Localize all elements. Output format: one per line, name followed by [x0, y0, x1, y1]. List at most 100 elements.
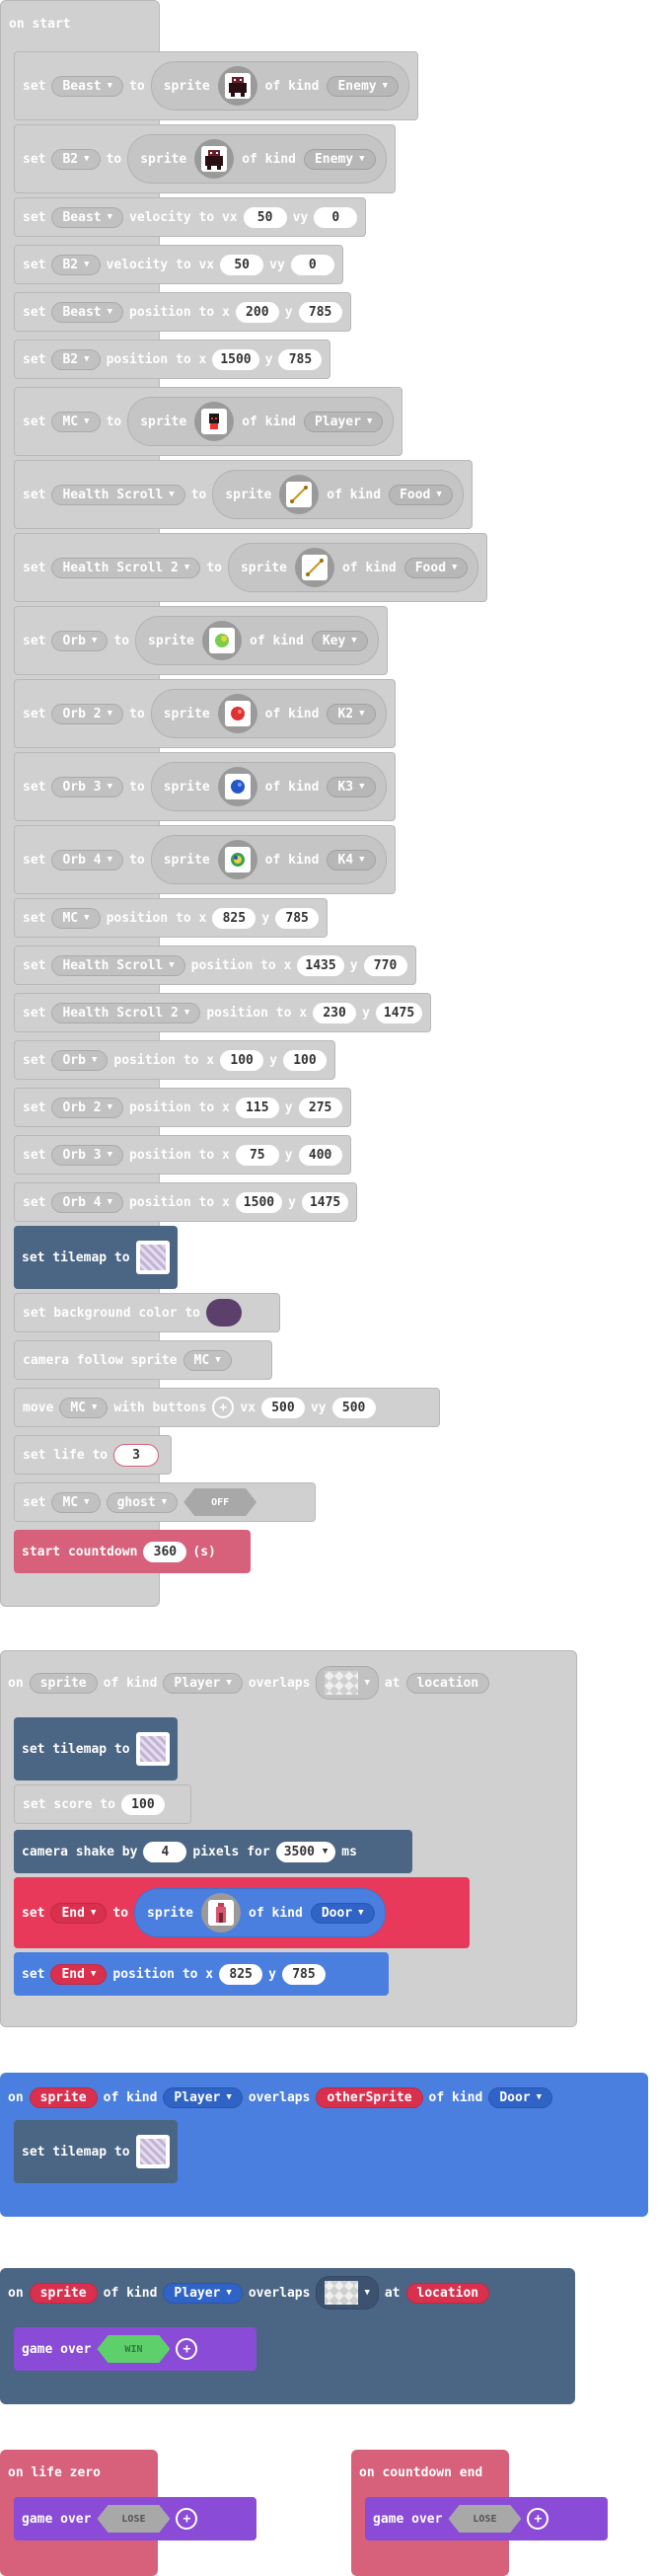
- x-input[interactable]: 200: [235, 301, 279, 323]
- overlap2-other-sprite-var[interactable]: otherSprite: [316, 2086, 423, 2108]
- sprite-var-dropdown[interactable]: Health Scroll 2 ▼: [51, 557, 201, 578]
- shake-amount-input[interactable]: 4: [143, 1841, 187, 1862]
- shake-duration-dropdown[interactable]: 3500 ▼: [275, 1841, 336, 1862]
- sprite-var-dropdown[interactable]: Orb ▼: [51, 1049, 109, 1071]
- vx-input[interactable]: 50: [243, 206, 287, 228]
- end-x-input[interactable]: 825: [219, 1963, 263, 1985]
- on-start-row-pos[interactable]: set Orb 2 ▼ position to x 115 y 275: [14, 1088, 351, 1127]
- overlap2-sprite-var[interactable]: sprite: [29, 2086, 98, 2108]
- plus-icon[interactable]: +: [212, 1397, 235, 1418]
- sprite-create-block[interactable]: sprite of kind Food ▼: [212, 470, 464, 519]
- sprite-var-dropdown[interactable]: Orb ▼: [51, 630, 109, 651]
- kind-dropdown[interactable]: K2 ▼: [327, 703, 376, 724]
- x-input[interactable]: 1500: [235, 1191, 283, 1213]
- vy-input[interactable]: 0: [314, 206, 358, 228]
- vy-input[interactable]: 0: [290, 254, 334, 275]
- end-pos-var-dropdown[interactable]: End ▼: [50, 1963, 108, 1985]
- end-y-input[interactable]: 785: [281, 1963, 326, 1985]
- overlap2-kind2-dropdown[interactable]: Door ▼: [488, 2086, 553, 2108]
- set-end-position-block[interactable]: set End ▼ position to x 825 y 785: [14, 1952, 389, 1996]
- x-input[interactable]: 1500: [212, 348, 259, 370]
- sprite-create-block[interactable]: sprite of kind Food ▼: [227, 543, 479, 592]
- y-input[interactable]: 400: [298, 1144, 342, 1166]
- camera-shake-block[interactable]: camera shake by 4 pixels for 3500 ▼ ms: [14, 1830, 412, 1873]
- x-input[interactable]: 1435: [297, 954, 344, 976]
- on-start-row-set_sprite[interactable]: set Health Scroll 2 ▼ to sprite of kind Food ▼: [14, 533, 488, 602]
- sprite-create-block[interactable]: sprite of kind K4 ▼: [150, 835, 387, 884]
- kind-dropdown[interactable]: Food ▼: [389, 484, 453, 505]
- score-input[interactable]: 100: [120, 1793, 165, 1815]
- sprite-image-picker[interactable]: [279, 475, 320, 514]
- countdown-input[interactable]: 360: [143, 1541, 187, 1562]
- set-tilemap-block[interactable]: set tilemap to: [14, 1226, 178, 1289]
- on-start-row-pos[interactable]: set Health Scroll ▼ position to x 1435 y 770: [14, 946, 416, 985]
- on-start-row-set_sprite[interactable]: set Orb 3 ▼ to sprite of kind K3 ▼: [14, 752, 396, 821]
- tilemap-thumbnail[interactable]: [135, 1241, 170, 1274]
- overlap1-location-var[interactable]: location: [405, 1672, 490, 1694]
- overlap3-kind-dropdown[interactable]: Player ▼: [163, 2282, 243, 2304]
- on-start-row-pos[interactable]: set Orb ▼ position to x 100 y 100: [14, 1040, 335, 1080]
- move-vy-input[interactable]: 500: [331, 1397, 376, 1418]
- ghost-toggle[interactable]: OFF: [183, 1488, 257, 1516]
- kind-dropdown[interactable]: Enemy ▼: [303, 148, 376, 170]
- on-start-row-pos[interactable]: set Beast ▼ position to x 200 y 785: [14, 292, 351, 332]
- sprite-image-picker[interactable]: [201, 1893, 242, 1932]
- lose-toggle[interactable]: LOSE: [448, 2505, 522, 2533]
- sprite-var-dropdown[interactable]: Health Scroll ▼: [51, 484, 185, 505]
- sprite-var-dropdown[interactable]: Orb 2 ▼: [51, 703, 124, 724]
- on-start-row-pos[interactable]: set MC ▼ position to x 825 y 785: [14, 898, 329, 938]
- on-start-row-pos[interactable]: set B2 ▼ position to x 1500 y 785: [14, 340, 331, 379]
- sprite-var-dropdown[interactable]: B2 ▼: [51, 348, 101, 370]
- overlap1-set-tilemap-block[interactable]: set tilemap to: [14, 1717, 178, 1780]
- set-ghost-block[interactable]: set MC ▼ ghost ▼ OFF: [14, 1482, 316, 1522]
- camera-follow-sprite-dropdown[interactable]: MC ▼: [183, 1349, 232, 1371]
- y-input[interactable]: 100: [282, 1049, 327, 1071]
- on-start-row-set_sprite[interactable]: set Orb 4 ▼ to sprite of kind K4 ▼: [14, 825, 396, 894]
- sprite-var-dropdown[interactable]: B2 ▼: [51, 148, 101, 170]
- y-input[interactable]: 770: [363, 954, 407, 976]
- set-score-block[interactable]: set score to 100: [14, 1784, 191, 1824]
- end-kind-dropdown[interactable]: Door ▼: [310, 1902, 375, 1924]
- set-end-sprite-block[interactable]: set End ▼ to sprite of kind Door ▼: [14, 1877, 470, 1948]
- kind-dropdown[interactable]: K3 ▼: [327, 776, 376, 797]
- sprite-image-picker[interactable]: [202, 621, 243, 660]
- sprite-create-block[interactable]: sprite of kind K3 ▼: [150, 762, 387, 811]
- plus-icon[interactable]: +: [176, 2338, 198, 2360]
- on-start-row-set_sprite[interactable]: set Orb 2 ▼ to sprite of kind K2 ▼: [14, 679, 396, 748]
- win-toggle[interactable]: WIN: [97, 2335, 171, 2363]
- sprite-create-block[interactable]: sprite of kind Key ▼: [135, 616, 379, 665]
- x-input[interactable]: 230: [313, 1002, 357, 1023]
- overlap1-tile-dropdown[interactable]: ▼: [316, 1666, 379, 1700]
- x-input[interactable]: 100: [220, 1049, 264, 1071]
- sprite-var-dropdown[interactable]: Beast ▼: [51, 301, 124, 323]
- plus-icon[interactable]: +: [176, 2508, 198, 2530]
- move-with-buttons-block[interactable]: move MC ▼ with buttons + vx 500 vy 500: [14, 1388, 440, 1427]
- ghost-sprite-dropdown[interactable]: MC ▼: [51, 1491, 101, 1513]
- countdown-end-game-over-block[interactable]: game over LOSE +: [365, 2497, 608, 2540]
- x-input[interactable]: 75: [235, 1144, 279, 1166]
- sprite-var-dropdown[interactable]: Orb 3 ▼: [51, 776, 124, 797]
- kind-dropdown[interactable]: Enemy ▼: [327, 75, 400, 97]
- overlap2-set-tilemap-block[interactable]: set tilemap to: [14, 2120, 178, 2183]
- on-start-row-set_sprite[interactable]: set MC ▼ to sprite of kind Player ▼: [14, 387, 403, 456]
- x-input[interactable]: 825: [212, 907, 256, 929]
- sprite-image-picker[interactable]: [217, 840, 257, 879]
- on-start-row-set_sprite[interactable]: set B2 ▼ to sprite of kind Enemy ▼: [14, 124, 396, 193]
- overlap1-kind-dropdown[interactable]: Player ▼: [163, 1672, 243, 1694]
- sprite-create-block[interactable]: sprite of kind Enemy ▼: [150, 61, 410, 111]
- move-vx-input[interactable]: 500: [260, 1397, 305, 1418]
- on-start-row-pos[interactable]: set Orb 3 ▼ position to x 75 y 400: [14, 1135, 351, 1174]
- life-zero-game-over-block[interactable]: game over LOSE +: [14, 2497, 256, 2540]
- sprite-var-dropdown[interactable]: MC ▼: [51, 907, 101, 929]
- background-color-swatch[interactable]: [206, 1299, 243, 1326]
- sprite-var-dropdown[interactable]: Beast ▼: [51, 206, 124, 228]
- sprite-var-dropdown[interactable]: Orb 2 ▼: [51, 1097, 124, 1118]
- tilemap-thumbnail[interactable]: [135, 1732, 170, 1766]
- set-life-block[interactable]: set life to 3: [14, 1435, 172, 1475]
- set-background-color-block[interactable]: set background color to: [14, 1293, 280, 1332]
- sprite-image-picker[interactable]: [294, 548, 334, 587]
- plus-icon[interactable]: +: [527, 2508, 549, 2530]
- sprite-var-dropdown[interactable]: MC ▼: [51, 411, 101, 432]
- kind-dropdown[interactable]: K4 ▼: [327, 849, 376, 871]
- kind-dropdown[interactable]: Player ▼: [303, 411, 384, 432]
